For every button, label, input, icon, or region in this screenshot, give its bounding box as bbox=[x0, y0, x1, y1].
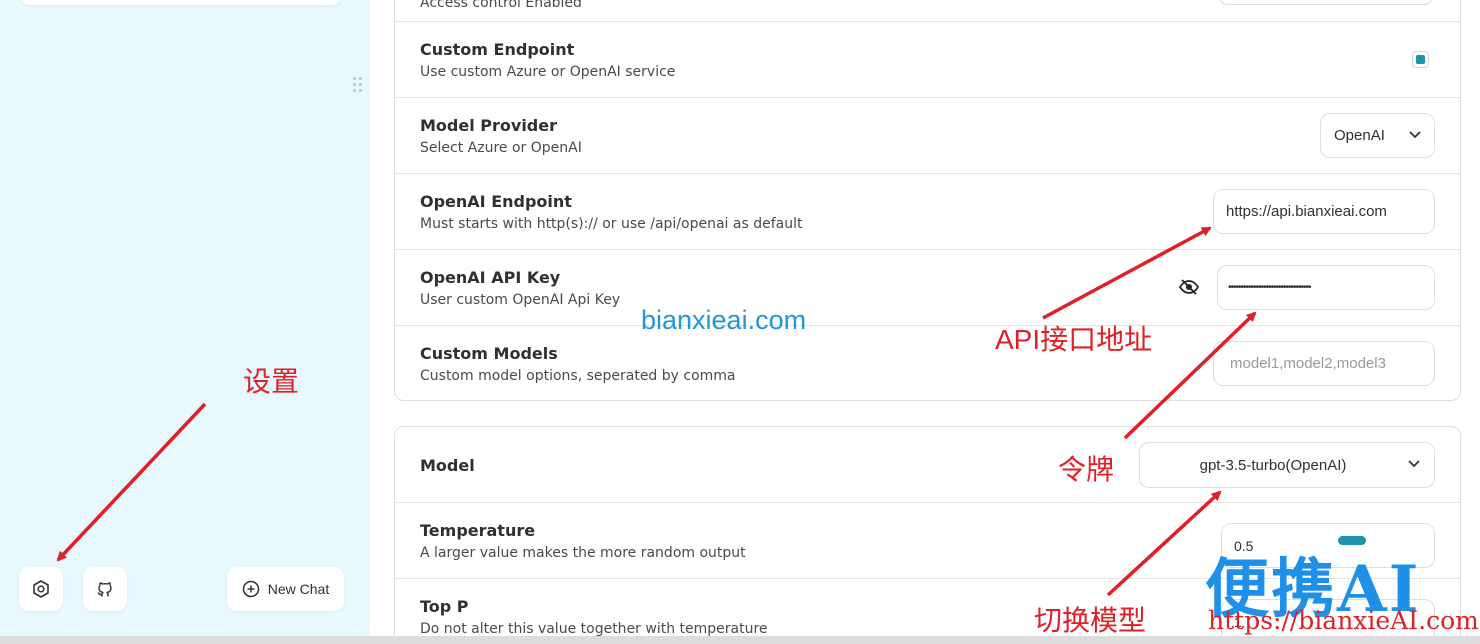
watermark-text: bianxieai.com bbox=[641, 305, 807, 335]
brand-url: https://bianxieAI.com bbox=[1208, 606, 1479, 635]
arrow-to-model bbox=[1106, 490, 1222, 597]
arrow-to-endpoint bbox=[1042, 226, 1212, 320]
arrow-to-settings bbox=[56, 402, 207, 562]
annotation-token: 令牌 bbox=[1058, 454, 1115, 485]
annotation-settings: 设置 bbox=[243, 366, 300, 397]
annotation-switch-model: 切换模型 bbox=[1034, 605, 1147, 636]
annotation-api-endpoint: API接口地址 bbox=[995, 324, 1153, 355]
